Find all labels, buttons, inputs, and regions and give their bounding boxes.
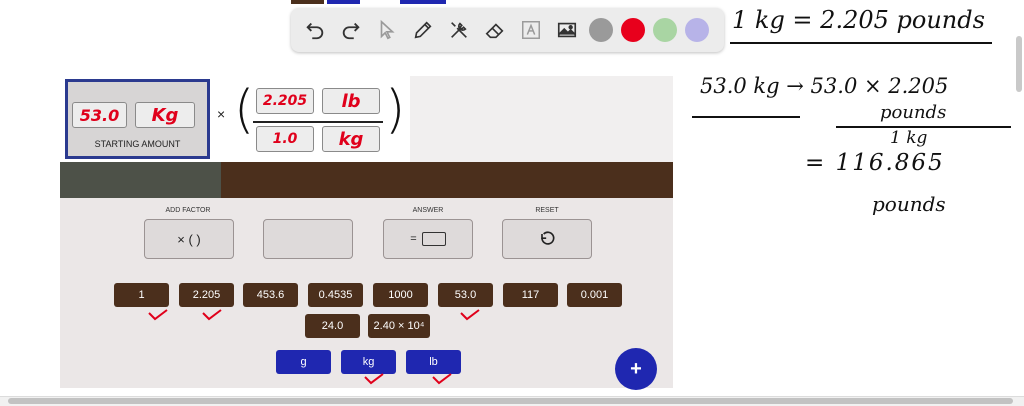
reset-icon <box>541 231 555 245</box>
tile-1[interactable]: 1 <box>114 283 169 307</box>
factor-denominator-value[interactable]: 1.0 <box>256 126 314 152</box>
annotation-toolbar <box>291 8 724 52</box>
tile-240e4[interactable]: 2.40 × 10⁴ <box>368 314 430 338</box>
handwriting-line-1: 1 kg = 2.205 pounds <box>732 6 985 34</box>
result-bar-left <box>60 162 221 198</box>
left-parenthesis: ( <box>234 80 255 140</box>
check-mark-lb <box>432 373 452 385</box>
add-factor-label: ADD FACTOR <box>165 207 211 214</box>
unit-lb-button[interactable]: lb <box>406 350 461 374</box>
factor-numerator-unit[interactable]: lb <box>322 88 380 114</box>
starting-amount-box[interactable]: 53.0 Kg STARTING AMOUNT <box>65 79 210 159</box>
horizontal-scrollbar-thumb[interactable] <box>8 398 1013 404</box>
undo-icon[interactable] <box>301 16 329 44</box>
tile-117[interactable]: 117 <box>503 283 558 307</box>
result-bar <box>60 162 673 198</box>
handwriting-line-4: pounds <box>872 192 946 216</box>
image-icon[interactable] <box>553 16 581 44</box>
handwriting-line-2: 53.0 kg → 53.0 × 2.205 <box>700 74 949 98</box>
handwriting-underline-1 <box>730 42 992 44</box>
redo-icon[interactable] <box>337 16 365 44</box>
starting-amount-label: STARTING AMOUNT <box>94 139 181 149</box>
equation-blank-area <box>410 76 673 162</box>
tile-4536[interactable]: 453.6 <box>243 283 298 307</box>
add-factor-button[interactable]: × ( ) <box>144 219 234 259</box>
reset-button[interactable] <box>502 219 592 259</box>
starting-unit-field[interactable]: Kg <box>135 102 195 128</box>
pointer-icon[interactable] <box>373 16 401 44</box>
handwriting-line-3: = 116.865 <box>805 150 945 176</box>
check-mark-kg <box>364 373 384 385</box>
tile-530[interactable]: 53.0 <box>438 283 493 307</box>
handwriting-underline-2 <box>692 116 800 118</box>
tile-240[interactable]: 24.0 <box>305 314 360 338</box>
answer-equals: = <box>410 233 417 245</box>
color-swatch-purple[interactable] <box>685 18 709 42</box>
check-mark-2205 <box>202 309 222 321</box>
tile-1000[interactable]: 1000 <box>373 283 428 307</box>
equation-area: 53.0 Kg STARTING AMOUNT × ( ) 2.205 lb 1… <box>60 76 410 162</box>
answer-box-icon <box>421 232 446 246</box>
answer-button[interactable]: = <box>383 219 473 259</box>
reset-label: RESET <box>535 207 559 214</box>
check-mark-530 <box>460 309 480 321</box>
tile-0001[interactable]: 0.001 <box>567 283 622 307</box>
fraction-line <box>253 121 383 123</box>
handwriting-denominator: 1 kg <box>890 128 928 148</box>
right-parenthesis: ) <box>385 80 406 140</box>
tools-icon[interactable] <box>445 16 473 44</box>
unit-conversion-calculator: 53.0 Kg STARTING AMOUNT × ( ) 2.205 lb 1… <box>60 76 673 390</box>
screen: 53.0 Kg STARTING AMOUNT × ( ) 2.205 lb 1… <box>0 0 1024 406</box>
top-cutoff-strip <box>230 0 560 4</box>
handwriting-numerator: pounds <box>880 102 947 123</box>
add-fab-button[interactable]: + <box>615 348 657 390</box>
check-mark-1 <box>148 309 168 321</box>
tile-04535[interactable]: 0.4535 <box>308 283 363 307</box>
color-swatch-red[interactable] <box>621 18 645 42</box>
blank-button[interactable] <box>263 219 353 259</box>
color-swatch-gray[interactable] <box>589 18 613 42</box>
factor-numerator-value[interactable]: 2.205 <box>256 88 314 114</box>
color-swatch-green[interactable] <box>653 18 677 42</box>
unit-kg-button[interactable]: kg <box>341 350 396 374</box>
eraser-icon[interactable] <box>481 16 509 44</box>
text-icon[interactable] <box>517 16 545 44</box>
multiply-sign: × <box>217 106 226 122</box>
starting-value-field[interactable]: 53.0 <box>72 102 127 128</box>
answer-label: ANSWER <box>412 207 444 214</box>
pen-icon[interactable] <box>409 16 437 44</box>
factor-denominator-unit[interactable]: kg <box>322 126 380 152</box>
unit-g-button[interactable]: g <box>276 350 331 374</box>
tile-2205[interactable]: 2.205 <box>179 283 234 307</box>
vertical-scrollbar-thumb[interactable] <box>1016 36 1022 92</box>
